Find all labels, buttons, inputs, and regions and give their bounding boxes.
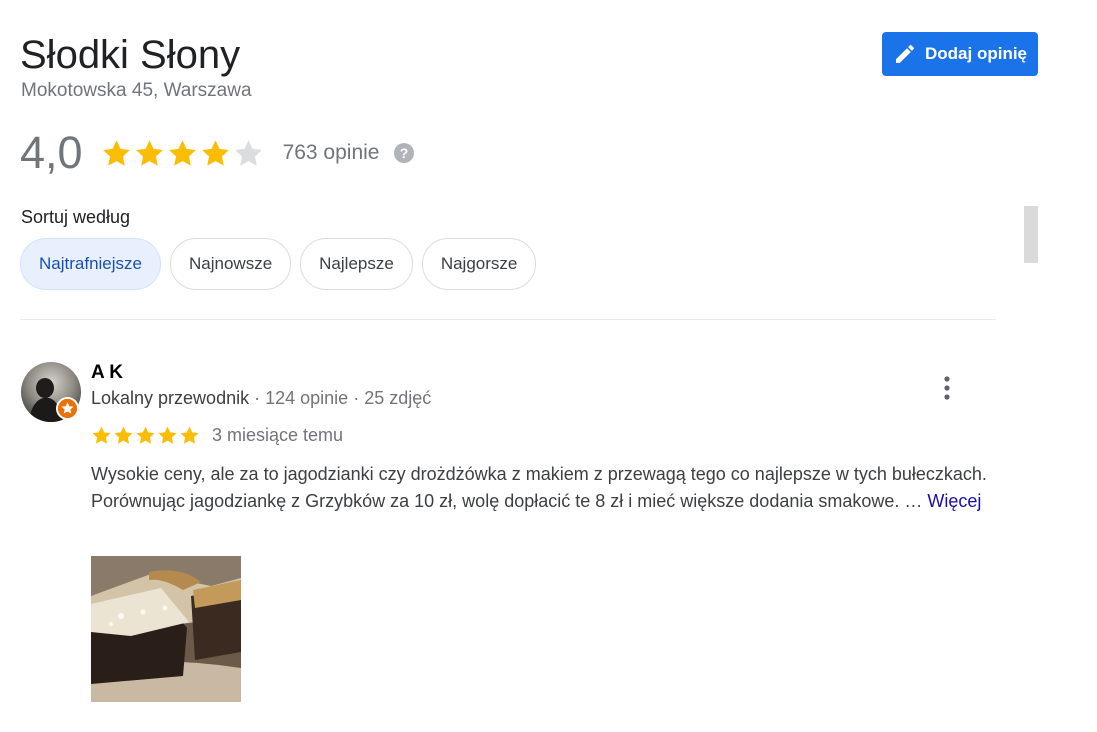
- meta-separator: ·: [254, 388, 266, 408]
- add-review-label: Dodaj opinię: [925, 44, 1027, 63]
- star-filled-icon: [92, 426, 111, 444]
- rating-stars: [101, 138, 264, 169]
- star-filled-icon: [201, 139, 229, 166]
- star-filled-icon: [135, 139, 163, 166]
- review-author[interactable]: A K: [91, 362, 123, 384]
- guide-label: Lokalny przewodnik: [91, 388, 250, 408]
- add-review-button[interactable]: Dodaj opinię: [882, 32, 1038, 76]
- star-filled-icon: [158, 426, 177, 444]
- sort-chip-newest[interactable]: Najnowsze: [170, 238, 292, 290]
- review-time: 3 miesiące temu: [212, 425, 344, 445]
- pencil-icon: [896, 44, 915, 63]
- sort-chip-relevant[interactable]: Najtrafniejsze: [20, 238, 161, 290]
- star-empty-icon: [234, 139, 262, 166]
- place-title: Słodki Słony: [20, 33, 241, 77]
- sort-chip-best[interactable]: Najlepsze: [300, 238, 413, 290]
- place-address: Mokotowska 45, Warszawa: [21, 80, 252, 101]
- read-more-link[interactable]: Więcej: [927, 491, 981, 511]
- sort-label: Sortuj według: [21, 207, 131, 227]
- star-filled-icon: [102, 139, 130, 166]
- review-body: Wysokie ceny, ale za to jagodzianki czy …: [91, 464, 987, 511]
- svg-text:?: ?: [400, 145, 409, 161]
- star-filled-icon: [114, 426, 133, 444]
- divider: [20, 319, 996, 320]
- review-count[interactable]: 763 opinie: [283, 141, 380, 165]
- sort-chip-worst[interactable]: Najgorsze: [421, 238, 537, 290]
- review-author-meta: Lokalny przewodnik · 124 opinie · 25 zdj…: [91, 388, 431, 409]
- scrollbar-thumb[interactable]: [1024, 206, 1038, 263]
- sort-chips: Najtrafniejsze Najnowsze Najlepsze Najgo…: [20, 238, 537, 290]
- more-options-icon[interactable]: [936, 375, 958, 401]
- author-photo-count: 25 zdjęć: [364, 388, 432, 408]
- star-filled-icon: [180, 426, 199, 444]
- star-filled-icon: [136, 426, 155, 444]
- rating-value: 4,0: [20, 127, 83, 178]
- meta-separator: ·: [353, 388, 365, 408]
- help-icon[interactable]: ?: [394, 143, 415, 163]
- rating-summary: 4,0 763 opinie ?: [20, 127, 415, 178]
- review-rating: 3 miesiące temu: [91, 425, 343, 446]
- review-text: Wysokie ceny, ale za to jagodzianki czy …: [91, 461, 1001, 515]
- local-guide-badge-icon: [56, 397, 79, 420]
- review-photo[interactable]: [91, 556, 241, 702]
- star-filled-icon: [168, 139, 196, 166]
- author-review-count: 124 opinie: [265, 388, 349, 408]
- review-stars: [91, 425, 200, 446]
